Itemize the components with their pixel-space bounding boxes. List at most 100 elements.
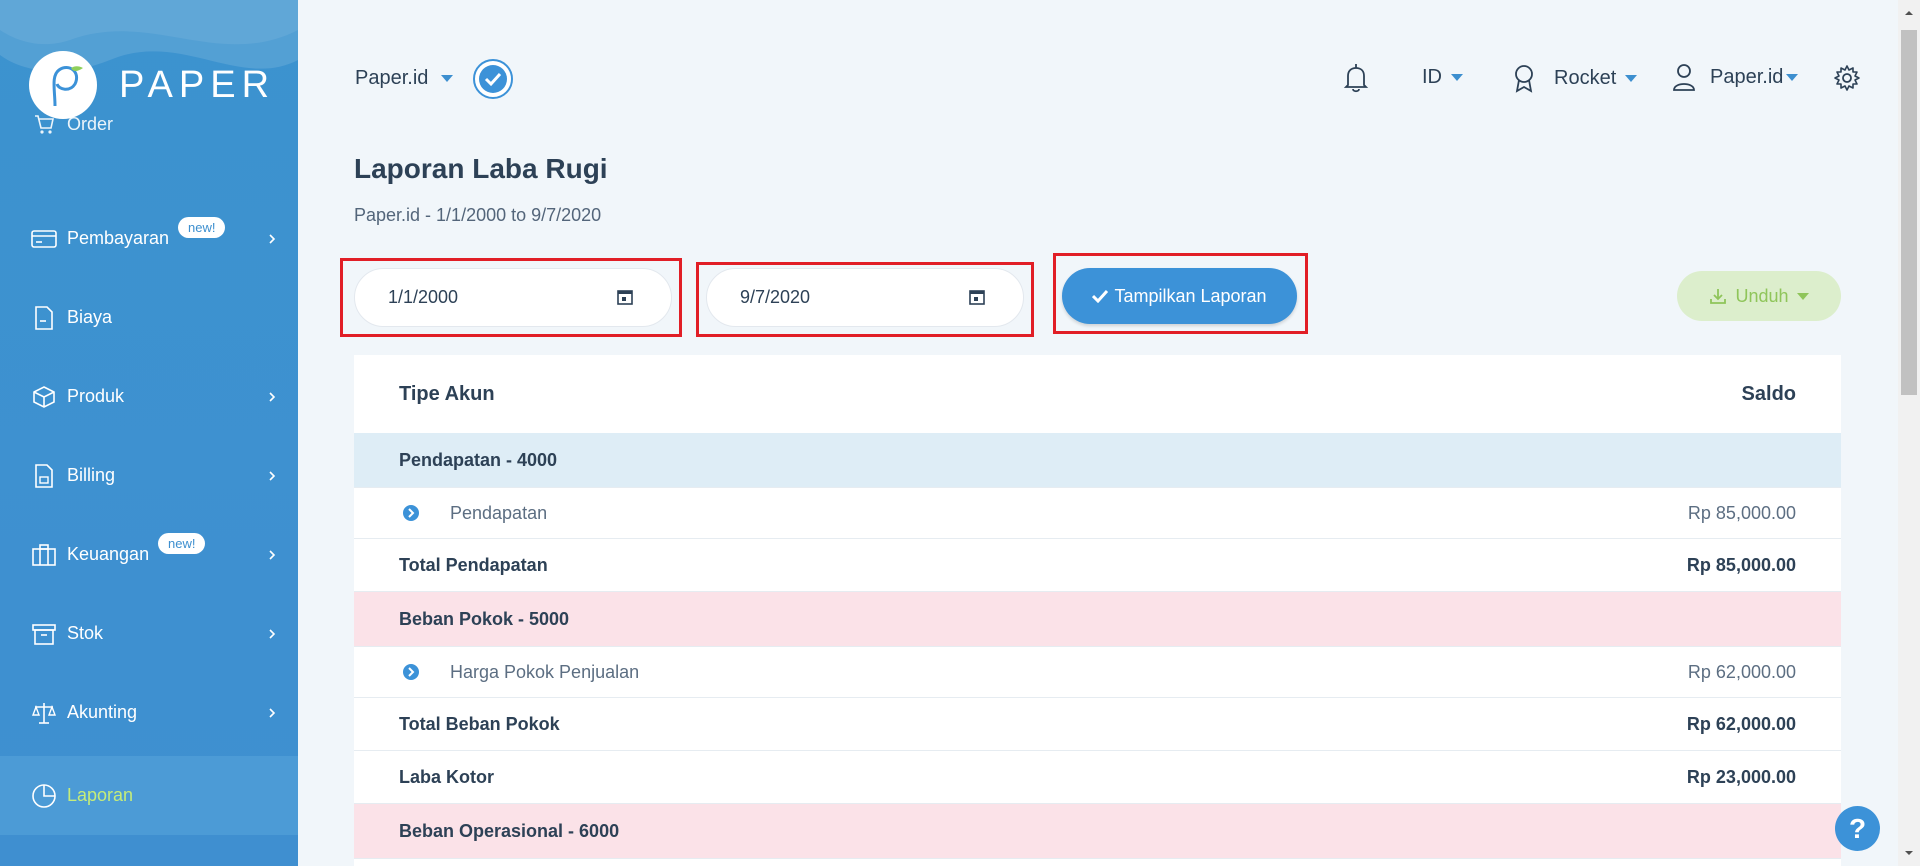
row-label: Beban Pokok - 5000 [399, 608, 570, 629]
new-badge: new! [158, 533, 206, 554]
row-value: Rp 62,000.00 [1686, 713, 1796, 734]
row-label: Beban Operasional - 6000 [399, 820, 620, 841]
table-row: Laba Kotor Rp 23,000.00 [354, 751, 1841, 804]
column-account-type: Tipe Akun [399, 382, 495, 405]
pie-chart-icon [31, 783, 57, 809]
new-badge: new! [178, 217, 226, 238]
sidebar-item-label: Produk [67, 386, 125, 406]
chevron-down-icon [1451, 74, 1463, 81]
brand-name: PAPER [119, 63, 276, 106]
show-report-label: Tampilkan Laporan [1114, 285, 1267, 306]
start-date-input[interactable]: 1/1/2000 [354, 268, 672, 327]
top-bar: Paper.id ID Rocket Paper.id [298, 0, 1898, 130]
language-label: ID [1422, 66, 1442, 88]
column-balance: Saldo [1741, 382, 1796, 405]
sidebar-item-billing[interactable]: Billing [0, 436, 298, 515]
row-label: Harga Pokok Penjualan [450, 661, 640, 682]
sidebar-item-keuangan[interactable]: Keuangan new! [0, 515, 298, 594]
bank-icon [31, 542, 57, 568]
user-name: Paper.id [1710, 65, 1784, 88]
settings-gear-icon[interactable] [1833, 64, 1861, 92]
sidebar-item-label: Stok [67, 623, 104, 643]
chevron-circle-right-icon[interactable] [403, 505, 419, 521]
language-selector[interactable]: ID [1422, 66, 1463, 89]
user-menu[interactable]: Paper.id [1672, 63, 1799, 91]
page-scrollbar[interactable] [1898, 0, 1920, 866]
table-row[interactable]: Pendapatan Rp 85,000.00 [354, 488, 1841, 539]
table-row: Beban Pokok - 5000 [354, 592, 1841, 647]
help-button[interactable]: ? [1835, 806, 1880, 851]
sidebar-item-label: Order [67, 113, 114, 134]
user-icon [1673, 64, 1695, 91]
row-label: Pendapatan [450, 502, 548, 523]
row-label: Total Pendapatan [399, 554, 548, 575]
sidebar-item-label: Biaya [67, 307, 113, 327]
page-title: Laporan Laba Rugi [354, 153, 608, 184]
row-value: Rp 85,000.00 [1687, 502, 1796, 523]
sidebar-item-label: Pembayaran [67, 228, 170, 248]
table-row: Total Pendapatan Rp 85,000.00 [354, 539, 1841, 592]
verified-icon[interactable] [472, 58, 514, 100]
chevron-down-icon [441, 75, 454, 82]
chevron-down-icon [1786, 73, 1799, 81]
sidebar-item-pembayaran[interactable]: Pembayaran new! [0, 199, 298, 278]
download-icon [1710, 289, 1727, 304]
row-label: Pendapatan - 4000 [399, 449, 558, 470]
scroll-up-arrow-icon[interactable] [1898, 6, 1920, 20]
table-row: Total Beban Pokok Rp 62,000.00 [354, 698, 1841, 751]
chevron-right-icon [269, 391, 276, 402]
sidebar-item-order[interactable]: Order [0, 102, 298, 146]
end-date-value: 9/7/2020 [740, 287, 811, 307]
archive-icon [31, 621, 57, 647]
sidebar-item-biaya[interactable]: Biaya [0, 278, 298, 357]
sidebar-item-akunting[interactable]: Akunting [0, 673, 298, 752]
company-selector[interactable]: Paper.id [355, 67, 454, 90]
sidebar-item-stok[interactable]: Stok [0, 594, 298, 673]
check-icon [1092, 289, 1109, 303]
plan-selector[interactable]: Rocket [1512, 63, 1638, 93]
receipt-icon [31, 305, 57, 331]
row-value: Rp 62,000.00 [1687, 661, 1796, 682]
scale-icon [31, 700, 57, 726]
chevron-right-icon [269, 707, 276, 718]
chevron-circle-right-icon[interactable] [403, 664, 419, 680]
calendar-icon[interactable] [969, 289, 985, 305]
report-table: Tipe Akun Saldo Pendapatan - 4000 Pendap… [354, 355, 1841, 866]
chevron-right-icon [269, 233, 276, 244]
sidebar-item-laporan[interactable]: Laporan [0, 756, 298, 835]
row-value: Rp 23,000.00 [1686, 766, 1796, 787]
sidebar: PAPER Order Pembayaran new! Biaya Produk… [0, 0, 298, 866]
document-icon [31, 463, 57, 489]
report-subtitle: Paper.id - 1/1/2000 to 9/7/2020 [354, 205, 602, 225]
chevron-right-icon [269, 470, 276, 481]
show-report-button[interactable]: Tampilkan Laporan [1062, 268, 1297, 324]
scroll-down-arrow-icon[interactable] [1898, 846, 1920, 860]
table-row[interactable]: Harga Pokok Penjualan Rp 62,000.00 [354, 647, 1841, 698]
notification-bell-icon[interactable] [1343, 63, 1369, 93]
sidebar-item-label: Laporan [67, 785, 134, 805]
sidebar-item-label: Billing [67, 465, 116, 485]
end-date-input[interactable]: 9/7/2020 [706, 268, 1024, 327]
row-value: Rp 85,000.00 [1686, 554, 1796, 575]
credit-card-icon [31, 226, 57, 252]
start-date-value: 1/1/2000 [388, 287, 459, 307]
company-name: Paper.id [355, 67, 429, 89]
sidebar-item-produk[interactable]: Produk [0, 357, 298, 436]
download-button[interactable]: Unduh [1677, 271, 1841, 321]
download-label: Unduh [1735, 285, 1789, 306]
scrollbar-thumb[interactable] [1901, 30, 1917, 395]
award-icon [1515, 65, 1533, 93]
table-row: Beban Operasional - 6000 [354, 804, 1841, 859]
table-header: Tipe Akun Saldo [354, 355, 1841, 433]
calendar-icon[interactable] [617, 289, 633, 305]
chevron-right-icon [269, 628, 276, 639]
cart-icon [31, 111, 57, 137]
plan-label: Rocket [1554, 66, 1617, 89]
table-row: Pendapatan - 4000 [354, 433, 1841, 488]
chevron-down-icon [1625, 74, 1638, 82]
chevron-down-icon [1796, 292, 1809, 300]
chevron-right-icon [269, 549, 276, 560]
row-label: Laba Kotor [399, 766, 495, 787]
sidebar-item-label: Akunting [67, 702, 138, 722]
sidebar-item-label: Keuangan [67, 544, 150, 564]
